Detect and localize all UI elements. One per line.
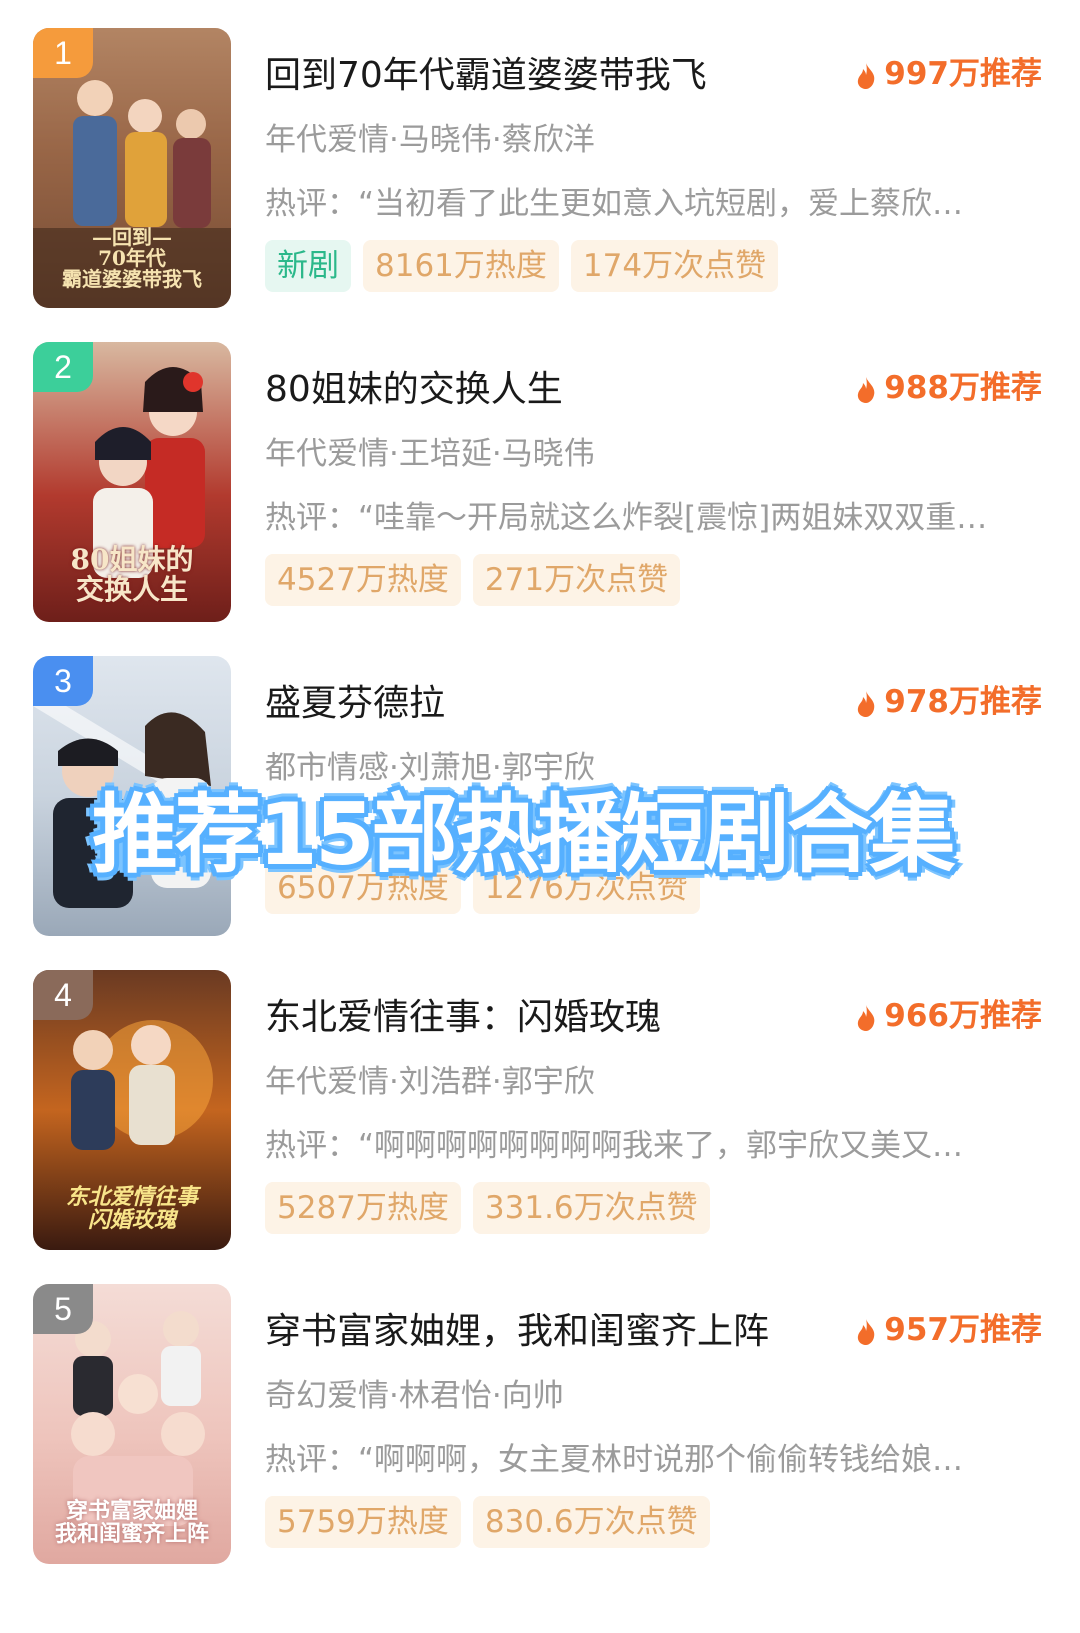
poster-image[interactable]: 2 80姐妹的 交换人生	[33, 342, 231, 622]
poster-title: 东北爱情往事 闪婚玫瑰	[65, 1183, 198, 1233]
drama-title[interactable]: 80姐妹的交换人生	[265, 360, 825, 412]
poster-title: —回到— 70年代 霸道婆婆带我飞	[62, 225, 202, 291]
flame-icon	[858, 1318, 875, 1345]
likes-tag: 271万次点赞	[472, 554, 681, 606]
recommend-text: 966万推荐	[884, 998, 1042, 1034]
poster-title: 穿书富家妯娌 我和闺蜜齐上阵	[54, 1497, 209, 1547]
recommend-text: 978万推荐	[884, 684, 1042, 720]
drama-meta: 年代爱情·王培延·马晓伟	[265, 436, 595, 472]
heat-tag: 5759万热度	[265, 1496, 461, 1548]
drama-meta: 年代爱情·马晓伟·蔡欣洋	[265, 122, 595, 158]
list-item[interactable]: 4 东北爱情往事 闪婚玫瑰 东北爱情往事：闪婚玫瑰 966万推荐 年代爱情·刘浩…	[0, 970, 1080, 1270]
drama-title[interactable]: 东北爱情往事：闪婚玫瑰	[265, 988, 825, 1040]
recommend-count: 978万推荐	[856, 676, 1042, 721]
recommend-count: 966万推荐	[856, 990, 1042, 1035]
poster-image[interactable]: 1 —回到— 70年代 霸道婆婆带我飞	[33, 28, 231, 308]
drama-title[interactable]: 穿书富家妯娌，我和闺蜜齐上阵	[265, 1302, 825, 1354]
drama-title[interactable]: 盛夏芬德拉	[265, 674, 825, 726]
flame-icon	[858, 690, 875, 717]
rank-badge: 4	[33, 970, 93, 1020]
list-item[interactable]: 1 —回到— 70年代 霸道婆婆带我飞 回到70年代霸道婆婆带我飞 997万推荐…	[0, 28, 1080, 328]
poster-title: 80姐妹的 交换人生	[70, 543, 194, 606]
rank-badge: 5	[33, 1284, 93, 1334]
poster-image[interactable]: 4 东北爱情往事 闪婚玫瑰	[33, 970, 231, 1250]
hot-review: 热评：“啊啊啊啊啊啊啊啊我来了，郭宇欣又美又…	[265, 1128, 964, 1164]
likes-tag: 830.6万次点赞	[472, 1496, 710, 1548]
list-item[interactable]: 2 80姐妹的 交换人生 80姐妹的交换人生 988万推荐 年代爱情·王培延·马…	[0, 342, 1080, 642]
rank-badge: 3	[33, 656, 93, 706]
heat-tag: 4527万热度	[265, 554, 461, 606]
overlay-banner: 推荐15部热播短剧合集	[92, 785, 956, 885]
tag-row: 4527万热度 271万次点赞	[265, 554, 681, 606]
rank-badge: 1	[33, 28, 93, 78]
heat-tag: 8161万热度	[363, 240, 559, 292]
tag-row: 5759万热度 830.6万次点赞	[265, 1496, 710, 1548]
recommend-text: 957万推荐	[884, 1312, 1042, 1348]
recommend-count: 997万推荐	[856, 48, 1042, 93]
drama-title[interactable]: 回到70年代霸道婆婆带我飞	[265, 46, 825, 98]
flame-icon	[858, 376, 875, 403]
recommend-text: 988万推荐	[884, 370, 1042, 406]
new-badge: 新剧	[265, 240, 351, 292]
heat-tag: 5287万热度	[265, 1182, 461, 1234]
flame-icon	[858, 1004, 875, 1031]
recommend-count: 957万推荐	[856, 1304, 1042, 1349]
poster-image[interactable]: 5 穿书富家妯娌 我和闺蜜齐上阵	[33, 1284, 231, 1564]
recommend-text: 997万推荐	[884, 56, 1042, 92]
recommend-count: 988万推荐	[856, 362, 1042, 407]
likes-tag: 174万次点赞	[570, 240, 779, 292]
hot-review: 热评：“当初看了此生更如意入坑短剧，爱上蔡欣…	[265, 186, 964, 222]
drama-meta: 年代爱情·刘浩群·郭宇欣	[265, 1064, 595, 1100]
drama-meta: 奇幻爱情·林君怡·向帅	[265, 1378, 564, 1414]
list-item[interactable]: 5 穿书富家妯娌 我和闺蜜齐上阵 穿书富家妯娌，我和闺蜜齐上阵 957万推荐 奇…	[0, 1284, 1080, 1584]
flame-icon	[858, 62, 875, 89]
hot-review: 热评：“啊啊啊，女主夏林时说那个偷偷转钱给娘…	[265, 1442, 964, 1478]
rank-badge: 2	[33, 342, 93, 392]
tag-row: 新剧 8161万热度 174万次点赞	[265, 240, 779, 292]
likes-tag: 331.6万次点赞	[472, 1182, 710, 1234]
tag-row: 5287万热度 331.6万次点赞	[265, 1182, 710, 1234]
hot-review: 热评：“哇靠～开局就这么炸裂[震惊]两姐妹双双重…	[265, 500, 988, 536]
